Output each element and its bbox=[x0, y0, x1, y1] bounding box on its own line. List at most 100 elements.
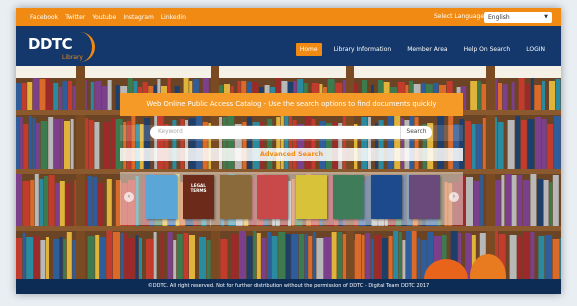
shelf-book-spine bbox=[70, 119, 74, 169]
shelf-book-spine bbox=[95, 235, 100, 279]
shelf-book-spine bbox=[542, 81, 545, 110]
shelf-book-spine bbox=[22, 233, 26, 279]
shelf-book-spine bbox=[515, 116, 521, 169]
shelf-book-spine bbox=[111, 118, 115, 169]
shelf-book-spine bbox=[530, 232, 535, 279]
shelf-book-spine bbox=[167, 232, 173, 279]
shelf-book-spine bbox=[535, 117, 541, 169]
shelf-book-spine bbox=[94, 81, 102, 110]
search-button[interactable]: Search bbox=[400, 126, 432, 139]
twitter-link[interactable]: Twitter bbox=[65, 14, 85, 21]
facebook-link[interactable]: Facebook bbox=[30, 14, 58, 21]
nav-item-library-information[interactable]: Library Information bbox=[330, 43, 396, 56]
shelf-book-spine bbox=[365, 233, 371, 279]
shelf-book-spine bbox=[59, 237, 63, 279]
shelf-book-spine bbox=[256, 233, 261, 279]
search-input[interactable]: Keyword bbox=[150, 126, 400, 139]
shelf-book-spine bbox=[39, 179, 44, 226]
book-cover-1[interactable] bbox=[146, 175, 177, 219]
shelf-book-spine bbox=[26, 237, 34, 279]
shelf-book-spine bbox=[308, 236, 313, 279]
shelf-book-spine bbox=[355, 234, 361, 279]
shelf-book-spine bbox=[507, 120, 515, 169]
shelf-book-spine bbox=[189, 235, 195, 279]
nav-item-home[interactable]: Home bbox=[295, 43, 322, 56]
language-select[interactable]: English ▼ bbox=[484, 12, 552, 23]
shelf-book-spine bbox=[476, 124, 483, 169]
chevron-right-icon[interactable]: › bbox=[449, 192, 459, 202]
youtube-link[interactable]: Youtube bbox=[92, 14, 116, 21]
shelf-book-spine bbox=[511, 175, 517, 226]
shelf-book-spine bbox=[527, 119, 535, 169]
shelf-book-spine bbox=[16, 117, 19, 169]
shelf-book-spine bbox=[471, 124, 476, 169]
shelf-book-spine bbox=[53, 239, 59, 279]
shelf-book-spine bbox=[94, 122, 100, 169]
book-cover-7[interactable] bbox=[371, 175, 402, 219]
shelf-book-spine bbox=[44, 176, 48, 226]
shelf-book-spine bbox=[361, 235, 365, 279]
shelf-book-spine bbox=[127, 238, 135, 279]
nav-item-help-on-search[interactable]: Help On Search bbox=[460, 43, 515, 56]
shelf-book-spine bbox=[113, 232, 120, 279]
shelf-book-spine bbox=[316, 238, 324, 279]
instagram-link[interactable]: Instagram bbox=[123, 14, 154, 21]
shelf-book-spine bbox=[393, 231, 399, 279]
linkedin-link[interactable]: Linkedin bbox=[161, 14, 186, 21]
shelf-book-spine bbox=[374, 235, 382, 279]
shelf-book-spine bbox=[48, 175, 55, 226]
nav-item-login[interactable]: LOGIN bbox=[522, 43, 549, 56]
shelf-book-spine bbox=[87, 236, 95, 279]
shelf-book-spine bbox=[34, 174, 39, 226]
shelf-book-spine bbox=[494, 180, 501, 226]
chevron-left-icon[interactable]: ‹ bbox=[124, 192, 134, 202]
shelf-book-spine bbox=[537, 179, 543, 226]
book-title-2: LEGAL TERMS bbox=[190, 183, 207, 193]
top-bar: Facebook Twitter Youtube Instagram Linke… bbox=[16, 8, 561, 26]
shelf-book-spine bbox=[502, 84, 508, 110]
book-cover-6[interactable] bbox=[333, 175, 364, 219]
shelf-book-spine bbox=[448, 116, 454, 169]
shelf-book-spine bbox=[280, 116, 284, 169]
book-cover-4[interactable] bbox=[257, 175, 288, 219]
shelf-book-spine bbox=[46, 237, 49, 279]
shelf-book-spine bbox=[267, 232, 271, 279]
page-footer: ©DDTC. All right reserved. Not for furth… bbox=[16, 279, 561, 294]
ddtc-logo[interactable]: DDTC Library bbox=[26, 30, 95, 64]
main-navbar: DDTC Library Home Library Information Me… bbox=[16, 26, 561, 66]
shelf-book-spine bbox=[231, 234, 239, 279]
shelf-book-spine bbox=[46, 78, 49, 110]
shelf-book-spine bbox=[19, 117, 23, 169]
shelf-book-spine bbox=[22, 181, 30, 226]
shelf-book-spine bbox=[522, 180, 530, 226]
advanced-search-link[interactable]: Advanced Search bbox=[120, 148, 463, 161]
hero-section: Web Online Public Access Catalog - Use t… bbox=[16, 66, 561, 279]
shelf-book-spine bbox=[482, 118, 486, 169]
nav-item-member-area[interactable]: Member Area bbox=[403, 43, 451, 56]
shelf-book-spine bbox=[49, 82, 53, 110]
shelf-book-spine bbox=[160, 233, 164, 279]
shelf-book-spine bbox=[246, 236, 253, 279]
shelf-book-spine bbox=[88, 120, 94, 169]
shelf-book-spine bbox=[99, 237, 106, 279]
book-cover-3[interactable] bbox=[220, 175, 251, 219]
book-cover-2[interactable]: LEGAL TERMS bbox=[183, 175, 214, 219]
shelf-book-spine bbox=[480, 175, 484, 226]
shelf-book-spine bbox=[33, 236, 40, 279]
book-cover-8[interactable] bbox=[409, 175, 440, 219]
shelf-book-spine bbox=[525, 84, 531, 110]
book-cover-5[interactable] bbox=[296, 175, 327, 219]
shelf-book-spine bbox=[473, 181, 480, 226]
shelf-book-spine bbox=[39, 79, 46, 110]
shelf-book-spine bbox=[173, 240, 177, 279]
shelf-book-spine bbox=[36, 123, 40, 169]
shelf-book-spine bbox=[406, 231, 411, 279]
shelf-book-spine bbox=[48, 117, 54, 169]
shelf-book-spine bbox=[534, 85, 542, 110]
shelf-book-spine bbox=[477, 81, 481, 110]
shelf-book-spine bbox=[16, 238, 22, 279]
shelf-book-spine bbox=[90, 82, 94, 110]
shelf-book-spine bbox=[120, 233, 124, 279]
shelf-book-spine bbox=[520, 120, 527, 169]
shelf-book-spine bbox=[530, 174, 537, 226]
